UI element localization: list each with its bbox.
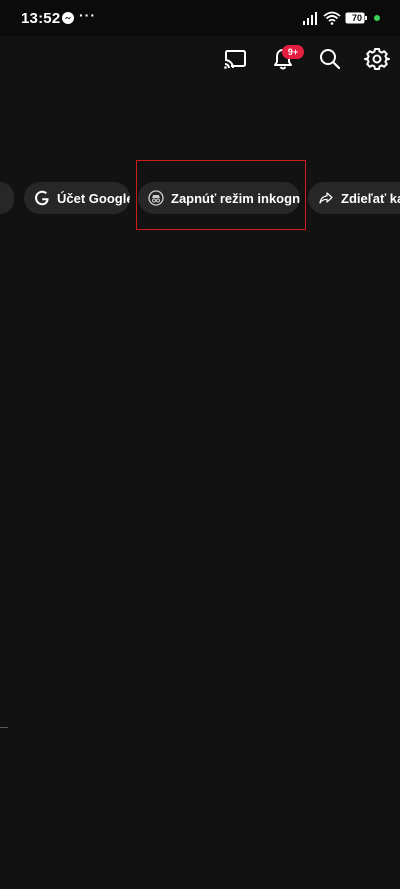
chip-google-account[interactable]: Účet Google (24, 182, 130, 214)
gear-icon[interactable] (364, 46, 390, 72)
status-overflow-dots: ··· (79, 7, 96, 23)
notification-badge: 9+ (282, 45, 304, 59)
chip-partial[interactable] (0, 182, 14, 214)
share-icon (319, 192, 333, 204)
status-bar: 13:52 ··· 70 (0, 0, 400, 36)
cast-icon[interactable] (222, 46, 248, 72)
screen: 13:52 ··· 70 9+ Účet Google Zapnúť režim… (0, 0, 400, 889)
chip-label: Účet Google (57, 190, 130, 206)
divider-tick (0, 727, 8, 728)
battery-level: 70 (351, 13, 362, 23)
status-time: 13:52 (21, 10, 61, 27)
signal-icon (303, 12, 317, 25)
chip-label: Zdieľať kanál (341, 190, 400, 206)
google-icon (35, 190, 49, 206)
chip-share-channel[interactable]: Zdieľať kanál (308, 182, 400, 214)
wifi-icon (323, 11, 341, 25)
charging-dot (374, 15, 380, 21)
top-bar: 9+ (0, 36, 400, 82)
highlight-box (136, 160, 306, 230)
messenger-icon (62, 12, 74, 24)
search-icon[interactable] (317, 46, 343, 72)
